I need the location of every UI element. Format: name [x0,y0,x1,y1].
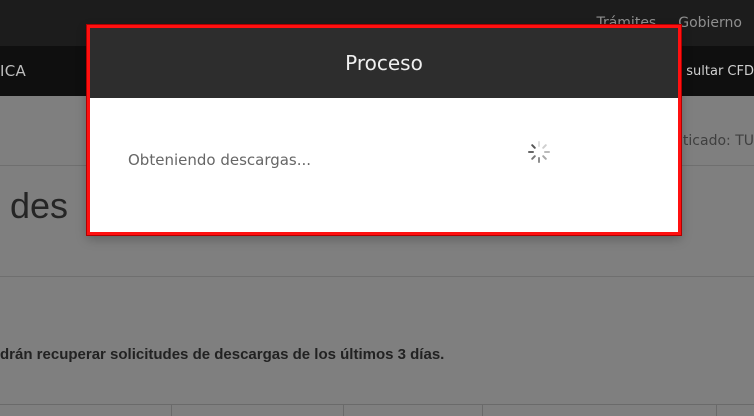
modal-body: Obteniendo descargas... [90,98,678,230]
table-column-divider [343,404,344,416]
table-column-divider [716,404,717,416]
modal-title: Proceso [345,51,423,75]
process-modal: Proceso Obteniendo descargas... [87,25,681,235]
table-column-divider [482,404,483,416]
nav-link-gobierno[interactable]: Gobierno [678,15,742,31]
table-column-divider [171,404,172,416]
table-header-row [0,404,754,416]
nav-link-consultar-cfdi[interactable]: sultar CFD [686,46,754,96]
status-text: Obteniendo descargas... [128,151,312,169]
page-title: des [10,185,69,226]
brand-label: ICA [0,62,27,80]
page: Trámites Gobierno ICA sultar CFD nticado… [0,0,754,416]
notice-text: drán recuperar solicitudes de descargas … [0,346,445,363]
divider [0,276,754,277]
loading-spinner-icon [528,141,550,163]
modal-header: Proceso [90,28,678,98]
authenticated-user-text: nticado: TU [674,133,754,149]
